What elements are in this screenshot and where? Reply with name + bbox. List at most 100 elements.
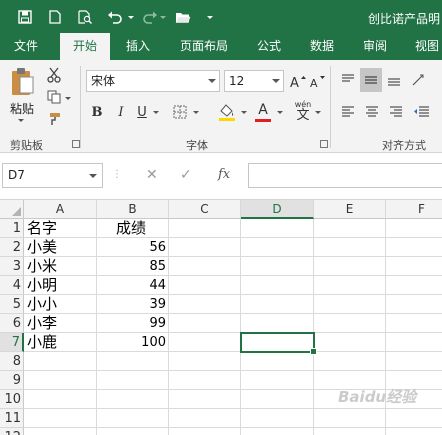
column-header-e[interactable]: E [314, 200, 386, 219]
row-header-7[interactable]: 7 [0, 333, 24, 352]
cell-b1[interactable]: 成绩 [116, 219, 146, 238]
decrease-font-icon[interactable]: A [310, 72, 326, 90]
row-header-4[interactable]: 4 [0, 276, 24, 295]
undo-dropdown-icon[interactable] [126, 7, 136, 27]
underline-button[interactable]: U [134, 102, 150, 122]
fill-color-icon[interactable] [216, 100, 238, 124]
paste-dropdown-icon[interactable] [16, 116, 26, 124]
paste-icon[interactable] [8, 66, 36, 98]
cell-b2[interactable]: 56 [97, 238, 168, 257]
formula-input[interactable] [248, 163, 442, 188]
row-header-5[interactable]: 5 [0, 295, 24, 314]
open-folder-icon[interactable] [172, 7, 194, 27]
gridline [24, 275, 442, 276]
cell-b3[interactable]: 85 [97, 257, 168, 276]
save-icon[interactable] [14, 7, 36, 27]
font-launcher-icon[interactable] [320, 140, 328, 148]
tab-insert[interactable]: 插入 [114, 33, 162, 60]
select-all-corner[interactable] [0, 200, 24, 219]
clipboard-launcher-icon[interactable] [72, 140, 80, 148]
cell-a1[interactable]: 名字 [27, 219, 57, 238]
cell-a5[interactable]: 小小 [27, 295, 57, 314]
tab-home[interactable]: 开始 [60, 33, 110, 60]
tab-review[interactable]: 审阅 [352, 33, 398, 60]
tab-data[interactable]: 数据 [298, 33, 346, 60]
formula-bar: D7 ⋮ ✕ ✓ fx [0, 153, 442, 200]
font-name-select[interactable]: 宋体 [86, 70, 220, 92]
copy-dropdown-icon[interactable] [64, 94, 72, 102]
undo-icon[interactable] [104, 7, 126, 27]
borders-dropdown-icon[interactable] [192, 108, 200, 116]
font-color-icon[interactable]: A [252, 100, 274, 124]
font-size-select[interactable]: 12 [224, 70, 284, 92]
row-header-1[interactable]: 1 [0, 219, 24, 238]
bold-button[interactable]: B [88, 102, 106, 122]
align-left-icon[interactable] [338, 102, 358, 122]
gridline [24, 351, 442, 352]
name-box[interactable]: D7 [2, 163, 103, 188]
redo-icon[interactable] [140, 7, 160, 27]
column-header-a[interactable]: A [24, 200, 97, 219]
gridline [24, 313, 442, 314]
cell-b7[interactable]: 100 [97, 333, 168, 352]
column-header-b[interactable]: B [97, 200, 169, 219]
column-header-d[interactable]: D [241, 200, 314, 219]
cell-b6[interactable]: 99 [97, 314, 168, 333]
cell-a6[interactable]: 小李 [27, 314, 57, 333]
italic-button[interactable]: I [112, 102, 130, 122]
tab-file[interactable]: 文件 [0, 33, 52, 60]
insert-function-icon[interactable]: fx [218, 167, 230, 182]
tab-formulas[interactable]: 公式 [246, 33, 292, 60]
cell-a7[interactable]: 小鹿 [27, 333, 57, 352]
align-top-icon[interactable] [338, 70, 358, 90]
cell-a4[interactable]: 小明 [27, 276, 57, 295]
active-cell-d7[interactable] [240, 332, 317, 355]
paste-label[interactable]: 粘贴 [10, 100, 34, 117]
row-header-3[interactable]: 3 [0, 257, 24, 276]
fill-color-dropdown-icon[interactable] [240, 108, 248, 116]
row-header-10[interactable]: 10 [0, 390, 24, 409]
phonetic-guide-icon[interactable]: wén 文 [292, 98, 314, 124]
tab-view[interactable]: 视图 [404, 33, 442, 60]
cell-b5[interactable]: 39 [97, 295, 168, 314]
svg-text:A: A [290, 76, 299, 88]
decrease-indent-icon[interactable] [410, 102, 432, 122]
customize-toolbar-icon[interactable] [204, 7, 216, 27]
copy-icon[interactable] [44, 88, 64, 106]
font-color-dropdown-icon[interactable] [276, 108, 284, 116]
print-preview-icon[interactable] [74, 7, 96, 27]
column-header-f[interactable]: F [386, 200, 442, 219]
orientation-icon[interactable] [408, 70, 430, 90]
new-document-icon[interactable] [44, 7, 66, 27]
format-painter-icon[interactable] [44, 110, 64, 128]
redo-dropdown-icon[interactable] [158, 7, 168, 27]
align-right-icon[interactable] [386, 102, 406, 122]
align-bottom-icon[interactable] [384, 70, 404, 90]
spreadsheet-grid[interactable]: A B C D E F 1 2 3 4 5 6 7 8 9 10 11 12 名… [0, 200, 442, 435]
phonetic-wen-char: 文 [296, 107, 310, 123]
increase-font-icon[interactable]: A [290, 72, 306, 90]
row-header-6[interactable]: 6 [0, 314, 24, 333]
cancel-icon[interactable]: ✕ [146, 167, 158, 183]
align-middle-icon[interactable] [360, 68, 382, 92]
row-header-2[interactable]: 2 [0, 238, 24, 257]
row-header-8[interactable]: 8 [0, 352, 24, 371]
borders-icon[interactable] [170, 102, 190, 122]
gridline [24, 427, 442, 428]
clipboard-group-label: 剪贴板 [10, 139, 43, 152]
align-center-icon[interactable] [362, 102, 382, 122]
underline-dropdown-icon[interactable] [152, 108, 160, 116]
ribbon-tabs: 文件 开始 插入 页面布局 公式 数据 审阅 视图 [0, 33, 442, 60]
column-header-c[interactable]: C [169, 200, 241, 219]
cell-a2[interactable]: 小美 [27, 238, 57, 257]
cell-a3[interactable]: 小米 [27, 257, 57, 276]
row-header-12[interactable]: 12 [0, 428, 24, 435]
enter-icon[interactable]: ✓ [180, 167, 192, 183]
cell-b4[interactable]: 44 [97, 276, 168, 295]
phonetic-dropdown-icon[interactable] [314, 108, 322, 116]
row-header-11[interactable]: 11 [0, 409, 24, 428]
tab-page-layout[interactable]: 页面布局 [168, 33, 240, 60]
row-header-9[interactable]: 9 [0, 371, 24, 390]
formula-bar-grip-icon: ⋮ [112, 169, 122, 180]
cut-icon[interactable] [44, 66, 64, 84]
